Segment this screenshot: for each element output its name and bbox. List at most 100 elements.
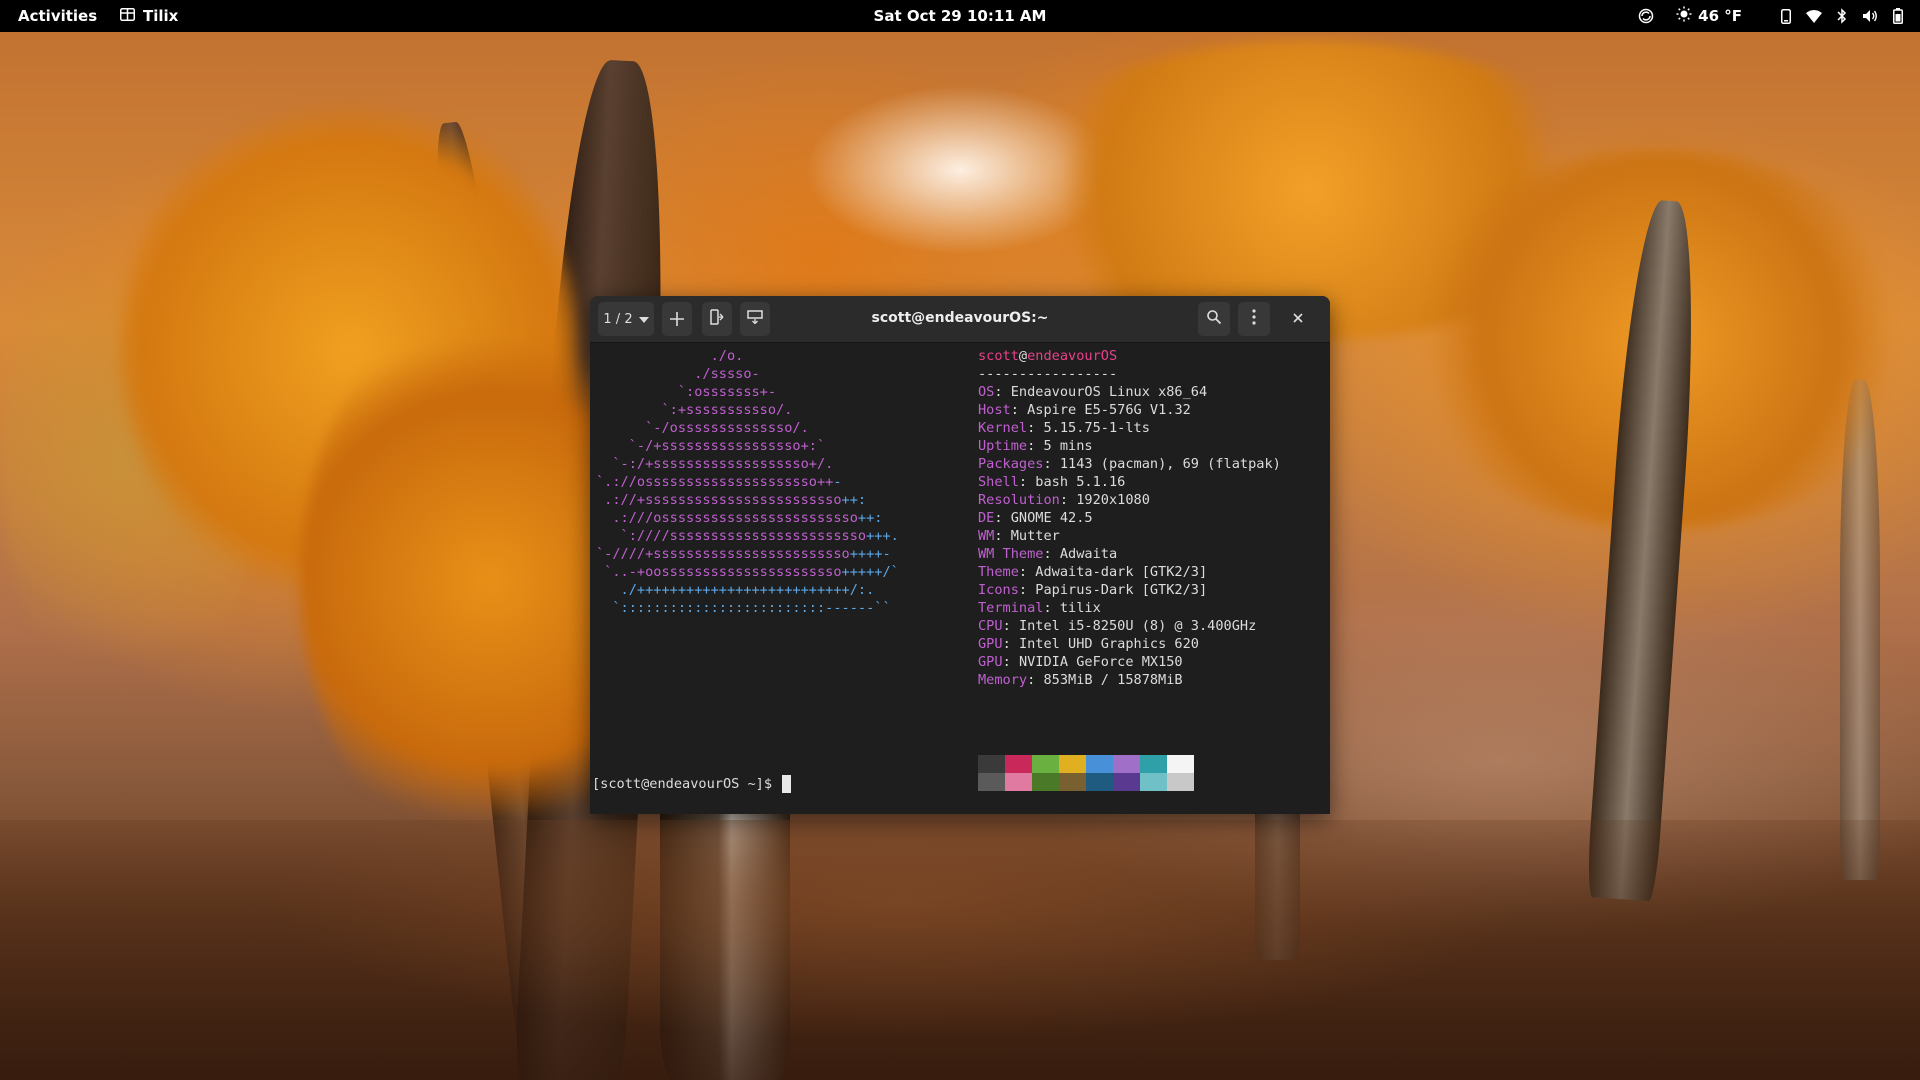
color-swatch — [1113, 755, 1140, 773]
logo-line: `-:/+sssssssssssssssssso+/. — [596, 456, 834, 472]
window-headerbar[interactable]: 1 / 2 scott@endeavourOS:~ — [590, 296, 1330, 343]
split-vertical-button[interactable] — [740, 302, 770, 336]
clock-button[interactable]: Sat Oct 29 10:11 AM — [874, 7, 1047, 25]
info-value: Intel i5-8250U (8) @ 3.400GHz — [1018, 618, 1257, 634]
plus-icon — [670, 307, 684, 331]
info-row: OS: EndeavourOS Linux x86_64 — [978, 384, 1208, 400]
bluetooth-icon[interactable] — [1834, 7, 1850, 25]
info-key: Kernel — [978, 420, 1028, 436]
color-swatch — [1059, 773, 1086, 791]
neofetch-info: scott@endeavourOS ----------------- OS: … — [978, 347, 1281, 689]
logo-line: `:::::::::::::::::::::::::------`` — [596, 600, 891, 616]
weather-indicator[interactable]: 46 °F — [1676, 6, 1742, 26]
info-value: bash 5.1.16 — [1035, 474, 1126, 490]
info-key: CPU — [978, 618, 1003, 634]
logo-line: `:////ssssssssssssssssssssssso+++. — [596, 528, 899, 544]
info-row: Memory: 853MiB / 15878MiB — [978, 672, 1183, 688]
info-row: Uptime: 5 mins — [978, 438, 1093, 454]
volume-icon[interactable] — [1862, 7, 1878, 25]
neofetch-logo: ./o. ./sssso- `:osssssss+- `:+ssssssssss… — [596, 347, 899, 617]
neofetch-separator: ----------------- — [978, 366, 1118, 382]
info-value: Mutter — [1010, 528, 1060, 544]
logo-line: .:///ossssssssssssssssssssssso++: — [596, 510, 883, 526]
tilix-window[interactable]: 1 / 2 scott@endeavourOS:~ ./o. ./sssso- … — [590, 296, 1330, 814]
top-bar: Activities Tilix Sat Oct 29 10:11 AM 46 … — [0, 0, 1920, 32]
split-right-icon — [710, 309, 724, 329]
color-swatch — [1086, 773, 1113, 791]
color-swatch — [1005, 755, 1032, 773]
info-key: GPU — [978, 654, 1003, 670]
color-swatch — [978, 773, 1005, 791]
color-swatch — [1086, 755, 1113, 773]
logo-line: `-////+ssssssssssssssssssssssso++++- — [596, 546, 891, 562]
color-swatch — [1113, 773, 1140, 791]
phone-icon[interactable] — [1778, 7, 1794, 25]
info-row: DE: GNOME 42.5 — [978, 510, 1093, 526]
split-down-icon — [747, 310, 763, 328]
terminal-view[interactable]: ./o. ./sssso- `:osssssss+- `:+ssssssssss… — [590, 343, 1330, 814]
info-row: Packages: 1143 (pacman), 69 (flatpak) — [978, 456, 1281, 472]
logo-line: ./++++++++++++++++++++++++++/:. — [596, 582, 875, 598]
prompt-text: [scott@endeavourOS ~]$ — [592, 776, 781, 792]
color-swatch — [978, 755, 1005, 773]
color-swatch — [1140, 755, 1167, 773]
info-row: Icons: Papirus-Dark [GTK2/3] — [978, 582, 1208, 598]
info-value: 5.15.75-1-lts — [1043, 420, 1150, 436]
split-horizontal-button[interactable] — [702, 302, 732, 336]
battery-icon[interactable] — [1890, 7, 1906, 25]
info-row: GPU: NVIDIA GeForce MX150 — [978, 654, 1183, 670]
screen-share-icon[interactable] — [1638, 7, 1654, 25]
info-row: Theme: Adwaita-dark [GTK2/3] — [978, 564, 1208, 580]
menu-button[interactable] — [1238, 302, 1270, 336]
add-terminal-button[interactable] — [662, 302, 692, 336]
info-key: GPU — [978, 636, 1003, 652]
tilix-app-icon — [120, 7, 135, 25]
weather-sun-icon — [1676, 6, 1692, 26]
info-key: Memory — [978, 672, 1028, 688]
logo-line: `:osssssss+- — [596, 384, 777, 400]
color-palette — [978, 755, 1194, 791]
info-row: GPU: Intel UHD Graphics 620 — [978, 636, 1199, 652]
info-key: Resolution — [978, 492, 1060, 508]
app-menu-label: Tilix — [143, 7, 179, 25]
info-key: Shell — [978, 474, 1019, 490]
kebab-menu-icon — [1252, 308, 1256, 330]
info-value: 1143 (pacman), 69 (flatpak) — [1059, 456, 1281, 472]
info-value: Aspire E5-576G V1.32 — [1027, 402, 1191, 418]
logo-line: `..-+oossssssssssssssssssssso+++++/` — [596, 564, 899, 580]
info-key: WM Theme — [978, 546, 1044, 562]
shell-prompt[interactable]: [scott@endeavourOS ~]$ — [592, 775, 792, 793]
session-switcher-button[interactable]: 1 / 2 — [598, 302, 654, 336]
color-swatch — [1032, 755, 1059, 773]
info-key: Uptime — [978, 438, 1028, 454]
info-row: Resolution: 1920x1080 — [978, 492, 1150, 508]
search-button[interactable] — [1198, 302, 1230, 336]
info-row: Shell: bash 5.1.16 — [978, 474, 1126, 490]
logo-line: `-/+sssssssssssssssso+:` — [596, 438, 826, 454]
info-row: WM: Mutter — [978, 528, 1060, 544]
info-value: Papirus-Dark [GTK2/3] — [1035, 582, 1208, 598]
logo-line: ./sssso- — [596, 366, 760, 382]
logo-line: `:+sssssssssso/. — [596, 402, 793, 418]
logo-line: .://+ssssssssssssssssssssssso++: — [596, 492, 867, 508]
activities-button[interactable]: Activities — [18, 7, 97, 25]
wifi-icon[interactable] — [1806, 7, 1822, 25]
logo-line: ./o. — [596, 348, 744, 364]
chevron-down-icon — [638, 312, 649, 327]
logo-line: `-/ossssssssssssso/. — [596, 420, 809, 436]
info-key: Theme — [978, 564, 1019, 580]
close-button[interactable] — [1282, 302, 1314, 336]
info-value: GNOME 42.5 — [1010, 510, 1093, 526]
info-key: Terminal — [978, 600, 1044, 616]
logo-line: `.://osssssssssssssssssssso++- — [596, 474, 842, 490]
system-tray[interactable]: 46 °F — [1626, 5, 1906, 27]
search-icon — [1207, 310, 1222, 328]
info-key: OS — [978, 384, 995, 400]
info-value: EndeavourOS Linux x86_64 — [1010, 384, 1208, 400]
color-swatch — [1140, 773, 1167, 791]
info-row: Kernel: 5.15.75-1-lts — [978, 420, 1150, 436]
color-swatch — [1032, 773, 1059, 791]
info-value: NVIDIA GeForce MX150 — [1018, 654, 1183, 670]
app-menu-button[interactable]: Tilix — [120, 7, 178, 25]
info-value: tilix — [1059, 600, 1101, 616]
